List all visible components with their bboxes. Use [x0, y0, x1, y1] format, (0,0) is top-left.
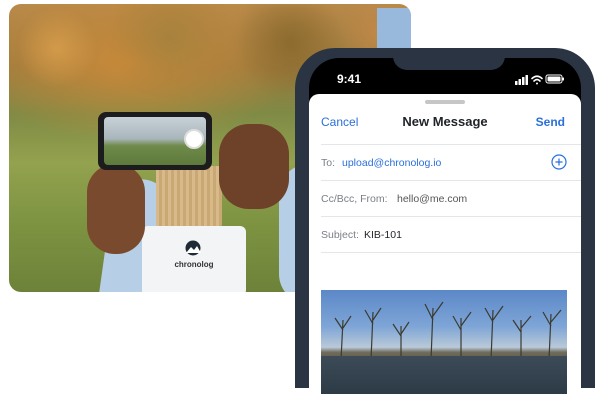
add-contact-icon[interactable]	[551, 154, 567, 170]
photo-shirt-top	[377, 8, 411, 52]
new-message-sheet: Cancel New Message Send To: upload@chron…	[309, 94, 581, 394]
status-icons	[515, 74, 564, 85]
to-field[interactable]: To: upload@chronolog.io	[321, 144, 581, 181]
to-recipient[interactable]: upload@chronolog.io	[342, 157, 441, 169]
send-button[interactable]: Send	[536, 115, 565, 129]
body-divider	[321, 252, 581, 254]
photo-left-hand	[87, 164, 145, 254]
cc-bcc-field[interactable]: Cc/Bcc, From: hello@me.com	[321, 180, 581, 217]
cc-bcc-label: Cc/Bcc, From:	[321, 193, 388, 205]
photo-chronolog-device: chronolog	[142, 226, 246, 292]
photo-held-phone	[98, 112, 212, 170]
device-brand-label: chronolog	[174, 260, 214, 269]
photo-right-hand	[219, 124, 289, 209]
subject-label: Subject:	[321, 229, 359, 241]
photo-shutter-button	[184, 129, 204, 149]
sheet-grabber[interactable]	[425, 100, 465, 104]
signal-icon	[515, 75, 528, 85]
attached-photo-water	[321, 356, 567, 394]
to-label: To:	[321, 157, 336, 169]
status-time: 9:41	[337, 72, 362, 86]
attached-photo[interactable]	[321, 290, 567, 394]
from-address[interactable]: hello@me.com	[397, 193, 467, 205]
phone-notch	[393, 48, 505, 70]
compose-nav-bar: Cancel New Message Send	[309, 106, 581, 142]
battery-icon	[545, 74, 564, 84]
photo-post-mount	[156, 166, 222, 228]
phone-mockup: 9:41 Cancel New Message Send To: upload@…	[295, 48, 595, 394]
wifi-icon	[531, 75, 543, 85]
chronolog-logo-icon	[185, 240, 201, 256]
subject-field[interactable]: Subject: KIB-101	[321, 216, 581, 253]
subject-value[interactable]: KIB-101	[364, 229, 402, 241]
